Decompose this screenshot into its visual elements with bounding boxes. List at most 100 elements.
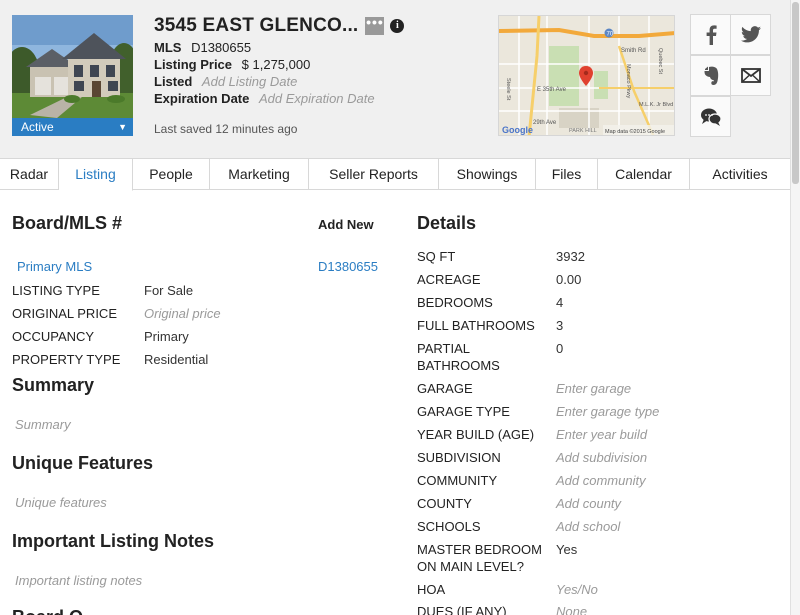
map-label-monaco: Monaco Pkwy bbox=[625, 64, 631, 98]
email-icon bbox=[740, 68, 761, 83]
map-attribution: Map data ©2015 Google bbox=[605, 128, 665, 135]
garage-field[interactable]: Enter garage bbox=[556, 381, 631, 396]
share-panel bbox=[690, 14, 772, 138]
property-type-label: PROPERTY TYPE bbox=[12, 352, 121, 367]
sqft-label: SQ FT bbox=[417, 249, 456, 264]
price-row: Listing Price $ 1,275,000 bbox=[154, 56, 375, 73]
chat-share-button[interactable] bbox=[690, 96, 731, 137]
county-label: COUNTY bbox=[417, 496, 472, 511]
primary-mls-link[interactable]: Primary MLS bbox=[17, 259, 92, 274]
property-address: 3545 EAST GLENCO... bbox=[154, 15, 359, 36]
community-field[interactable]: Add community bbox=[556, 473, 646, 488]
tab-files[interactable]: Files bbox=[536, 159, 598, 190]
property-type-value[interactable]: Residential bbox=[144, 352, 208, 367]
dues-label: DUES (IF ANY) bbox=[417, 604, 507, 615]
map-label-highway: 70 bbox=[607, 32, 614, 38]
tab-listing[interactable]: Listing bbox=[59, 159, 133, 191]
tab-people[interactable]: People bbox=[133, 159, 210, 190]
county-field[interactable]: Add county bbox=[556, 496, 621, 511]
title-row: 3545 EAST GLENCO... ••• i bbox=[154, 15, 405, 37]
chevron-down-icon: ▼ bbox=[118, 122, 127, 132]
info-icon[interactable]: i bbox=[390, 19, 405, 33]
year-build-label: YEAR BUILD (AGE) bbox=[417, 427, 535, 442]
map-label-quebec: Quebec St bbox=[657, 48, 663, 74]
scrollbar-thumb[interactable] bbox=[792, 2, 799, 184]
listing-type-value[interactable]: For Sale bbox=[144, 283, 193, 298]
add-new-mls-button[interactable]: Add New bbox=[318, 217, 374, 232]
google-logo: Google bbox=[502, 125, 533, 135]
bedrooms-value[interactable]: 4 bbox=[556, 295, 563, 310]
mls-row: MLS D1380655 bbox=[154, 39, 375, 56]
details-heading: Details bbox=[417, 213, 477, 233]
email-share-button[interactable] bbox=[730, 55, 771, 96]
expiration-date-field[interactable]: Add Expiration Date bbox=[259, 91, 375, 106]
subdivision-field[interactable]: Add subdivision bbox=[556, 450, 647, 465]
expiration-label: Expiration Date bbox=[154, 91, 250, 106]
sqft-value[interactable]: 3932 bbox=[556, 249, 585, 264]
unique-features-field[interactable]: Unique features bbox=[15, 495, 107, 510]
mls-label: MLS bbox=[154, 40, 182, 55]
tab-showings[interactable]: Showings bbox=[439, 159, 536, 190]
master-bedroom-label-line2: ON MAIN LEVEL? bbox=[417, 559, 524, 574]
unique-features-heading: Unique Features bbox=[12, 453, 154, 473]
master-bedroom-value[interactable]: Yes bbox=[556, 542, 577, 557]
partial-bathrooms-label: PARTIAL bbox=[417, 341, 470, 356]
last-saved-text: Last saved 12 minutes ago bbox=[154, 122, 298, 136]
garage-label: GARAGE bbox=[417, 381, 473, 396]
evernote-share-button[interactable] bbox=[690, 55, 731, 96]
occupancy-label: OCCUPANCY bbox=[12, 329, 95, 344]
next-section-heading: Board O... bbox=[12, 607, 98, 615]
original-price-field[interactable]: Original price bbox=[144, 306, 221, 321]
acreage-value[interactable]: 0.00 bbox=[556, 272, 581, 287]
listing-type-label: LISTING TYPE bbox=[12, 283, 100, 298]
map-label-steele: Steele St bbox=[505, 78, 511, 101]
full-bathrooms-value[interactable]: 3 bbox=[556, 318, 563, 333]
summary-field[interactable]: Summary bbox=[15, 417, 71, 432]
status-dropdown[interactable]: Active ▼ bbox=[12, 118, 133, 136]
map-graphic: 70 Smith Rd E 35th Ave 29th Ave PARK HIL… bbox=[499, 16, 674, 135]
occupancy-value[interactable]: Primary bbox=[144, 329, 189, 344]
subdivision-label: SUBDIVISION bbox=[417, 450, 501, 465]
mls-value: D1380655 bbox=[191, 40, 252, 55]
listing-header: Active ▼ 3545 EAST GLENCO... ••• i MLS D… bbox=[0, 0, 790, 158]
full-bathrooms-label: FULL BATHROOMS bbox=[417, 318, 535, 333]
bedrooms-label: BEDROOMS bbox=[417, 295, 493, 310]
map-label-29th: 29th Ave bbox=[533, 120, 557, 126]
garage-type-field[interactable]: Enter garage type bbox=[556, 404, 659, 419]
page-scrollbar[interactable] bbox=[790, 0, 800, 615]
acreage-label: ACREAGE bbox=[417, 272, 481, 287]
map-label-smith: Smith Rd bbox=[621, 48, 646, 54]
year-build-field[interactable]: Enter year build bbox=[556, 427, 647, 442]
house-photo bbox=[12, 15, 133, 118]
master-bedroom-label: MASTER BEDROOM bbox=[417, 542, 542, 557]
listed-date-field[interactable]: Add Listing Date bbox=[202, 74, 297, 89]
mls-number-link[interactable]: D1380655 bbox=[318, 259, 378, 274]
tab-activities[interactable]: Activities bbox=[690, 159, 790, 190]
expiration-row: Expiration Date Add Expiration Date bbox=[154, 90, 375, 107]
location-map[interactable]: 70 Smith Rd E 35th Ave 29th Ave PARK HIL… bbox=[498, 15, 675, 136]
evernote-icon bbox=[704, 66, 718, 85]
price-value[interactable]: $ 1,275,000 bbox=[242, 57, 311, 72]
property-photo[interactable]: Active ▼ bbox=[12, 15, 133, 136]
listed-row: Listed Add Listing Date bbox=[154, 73, 375, 90]
listed-label: Listed bbox=[154, 74, 193, 89]
tab-marketing[interactable]: Marketing bbox=[210, 159, 309, 190]
partial-bathrooms-value[interactable]: 0 bbox=[556, 341, 563, 356]
hoa-label: HOA bbox=[417, 582, 446, 597]
more-options-button[interactable]: ••• bbox=[365, 15, 385, 35]
facebook-share-button[interactable] bbox=[690, 14, 731, 55]
listing-notes-field[interactable]: Important listing notes bbox=[15, 573, 142, 588]
tab-seller-reports[interactable]: Seller Reports bbox=[309, 159, 439, 190]
garage-type-label: GARAGE TYPE bbox=[417, 404, 510, 419]
listing-notes-heading: Important Listing Notes bbox=[12, 531, 214, 551]
tab-calendar[interactable]: Calendar bbox=[598, 159, 690, 190]
facebook-icon bbox=[706, 24, 717, 45]
community-label: COMMUNITY bbox=[417, 473, 498, 488]
map-label-mlk: M.L.K. Jr Blvd bbox=[639, 102, 673, 108]
chat-icon bbox=[700, 108, 722, 126]
twitter-share-button[interactable] bbox=[730, 14, 771, 55]
schools-field[interactable]: Add school bbox=[556, 519, 620, 534]
hoa-field[interactable]: Yes/No bbox=[556, 582, 598, 597]
tab-radar[interactable]: Radar bbox=[0, 159, 59, 190]
dues-field[interactable]: None bbox=[556, 604, 587, 615]
